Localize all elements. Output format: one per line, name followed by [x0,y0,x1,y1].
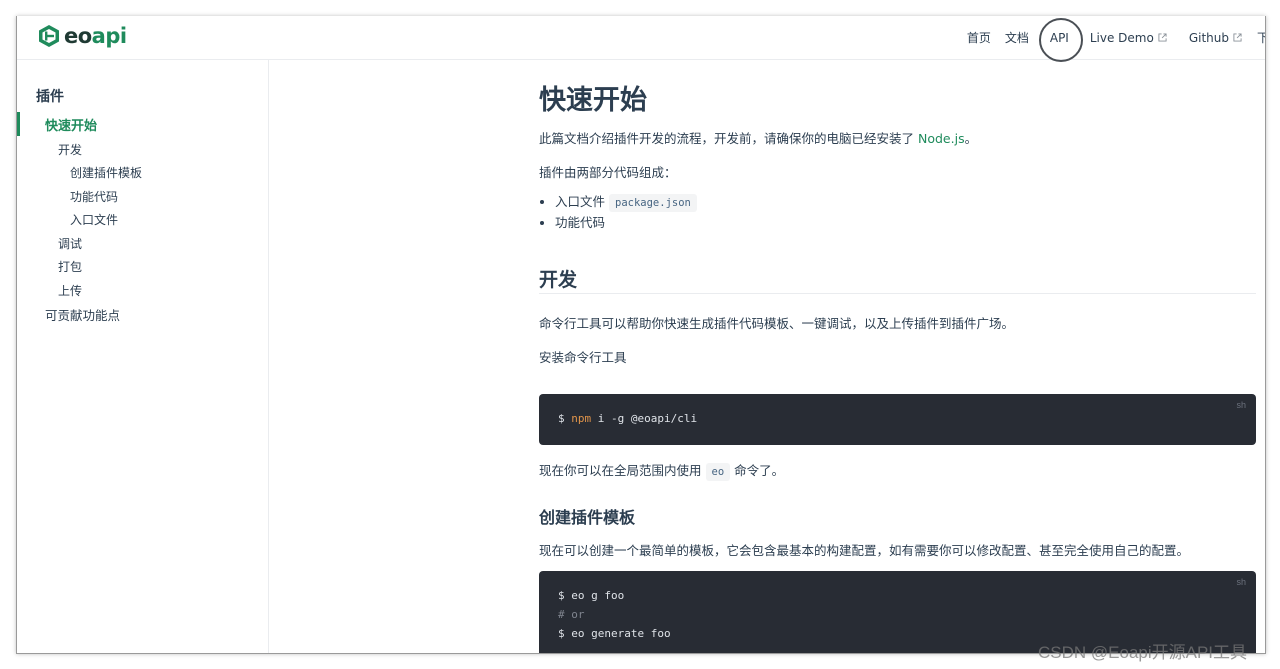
section-heading-create-template: 创建插件模板 [539,508,636,527]
usage-suffix: 命令了。 [734,463,785,478]
sidebar-item-develop[interactable]: 开发 [58,141,82,158]
nav-download-link[interactable]: 下 [1249,29,1265,46]
sidebar-item-entry-file[interactable]: 入口文件 [70,211,118,228]
nav-live-demo-link[interactable]: Live Demo [1083,31,1174,45]
usage-text: 现在你可以在全局范围内使用 [539,463,702,478]
list-item-text: 入口文件 [555,194,606,209]
intro-suffix: 。 [964,131,978,146]
code-block-install: sh $ npm i -g @eoapi/cli [539,394,1256,445]
section-heading-develop: 开发 [539,269,578,291]
logo-wordmark: eoapi [64,24,127,48]
inline-code: eo [705,463,731,481]
heading-divider [539,293,1256,294]
develop-description: 命令行工具可以帮助你快速生成插件代码模板、一键调试，以及上传插件到插件广场。 [539,316,1015,331]
nav-github-label: Github [1188,30,1229,45]
nav-home-link[interactable]: 首页 [960,29,998,46]
code-line: $ npm i -g @eoapi/cli [558,412,697,425]
list-item-text: 功能代码 [555,215,606,230]
code-prompt: $ [558,412,565,425]
eoapi-logo-icon [39,25,59,47]
template-description: 现在可以创建一个最简单的模板，它会包含最基本的构建配置，如有需要你可以修改配置、… [539,543,1190,558]
parts-list: 入口文件 package.json 功能代码 [539,191,697,233]
nav-github-link[interactable]: Github [1182,31,1249,45]
nav-links: 首页 文档 API Live Demo Github 下 [960,16,1265,62]
nav-docs-link[interactable]: 文档 [998,29,1036,46]
top-navbar: eoapi 首页 文档 API Live Demo Github 下 [17,16,1265,62]
code-comment-line: # or [558,608,585,621]
sidebar-item-create-template[interactable]: 创建插件模板 [70,164,142,181]
code-line: $ eo generate foo [558,627,671,640]
install-label: 安装命令行工具 [539,350,627,365]
code-lang-label: sh [1236,577,1246,587]
code-line: $ eo g foo [558,589,625,602]
external-link-icon [1158,33,1167,42]
site-logo[interactable]: eoapi [37,24,127,48]
sidebar-item-contribution-points[interactable]: 可贡献功能点 [45,305,120,324]
sidebar-item-upload[interactable]: 上传 [58,282,82,299]
nav-api-link[interactable]: API [1039,17,1084,62]
intro-paragraph: 此篇文档介绍插件开发的流程，开发前，请确保你的电脑已经安装了 Node.js。 [539,128,977,147]
sidebar-item-package[interactable]: 打包 [58,258,82,275]
highlight-circle [1039,17,1084,62]
code-lang-label: sh [1236,400,1246,410]
list-item: 入口文件 package.json [555,191,697,212]
inline-code: package.json [609,194,697,212]
external-link-icon [1233,33,1242,42]
parts-intro: 插件由两部分代码组成： [539,165,677,180]
code-args: i -g @eoapi/cli [591,412,698,425]
docs-sidebar: 插件 快速开始 开发 创建插件模板 功能代码 入口文件 调试 打包 上传 可贡献… [17,60,269,653]
code-command: npm [571,412,592,425]
sidebar-item-debug[interactable]: 调试 [58,235,82,252]
watermark: CSDN @Eoapi开源API工具 [1038,643,1248,662]
page-title: 快速开始 [539,85,647,116]
sidebar-item-feature-code[interactable]: 功能代码 [70,188,118,205]
nodejs-link[interactable]: Node.js [918,131,965,146]
usage-paragraph: 现在你可以在全局范围内使用 eo 命令了。 [539,460,785,481]
nav-live-demo-label: Live Demo [1089,30,1154,45]
intro-text: 此篇文档介绍插件开发的流程，开发前，请确保你的电脑已经安装了 [539,131,915,146]
list-item: 功能代码 [555,212,697,233]
sidebar-item-quick-start[interactable]: 快速开始 [45,115,97,134]
browser-viewport: eoapi 首页 文档 API Live Demo Github 下 插件 快速… [16,16,1266,654]
sidebar-group-title: 插件 [36,89,64,105]
active-indicator [17,112,20,136]
